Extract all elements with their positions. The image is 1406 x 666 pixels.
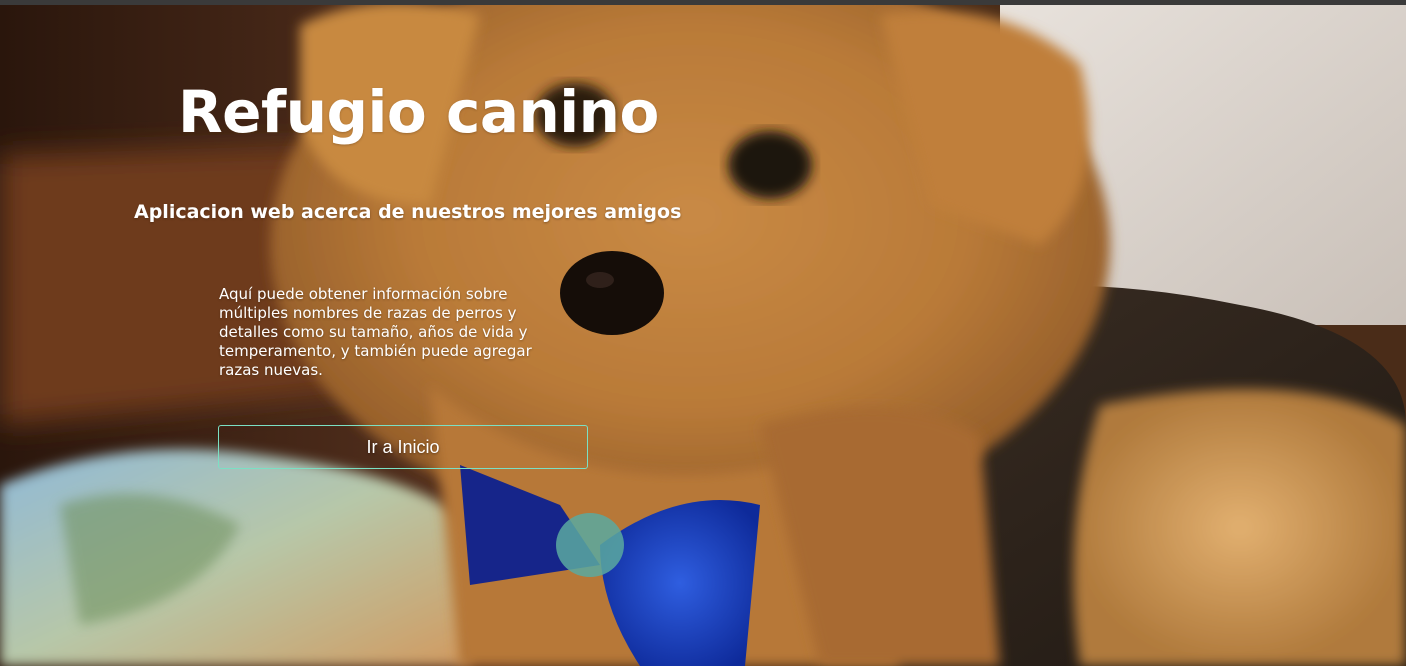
- hero-description: Aquí puede obtener información sobre múl…: [219, 285, 532, 379]
- top-border: [0, 0, 1406, 5]
- landing-page: Refugio canino Aplicacion web acerca de …: [0, 0, 1406, 666]
- go-to-home-button[interactable]: Ir a Inicio: [218, 425, 588, 469]
- hero-title: Refugio canino: [178, 78, 659, 146]
- hero-subtitle: Aplicacion web acerca de nuestros mejore…: [134, 201, 682, 223]
